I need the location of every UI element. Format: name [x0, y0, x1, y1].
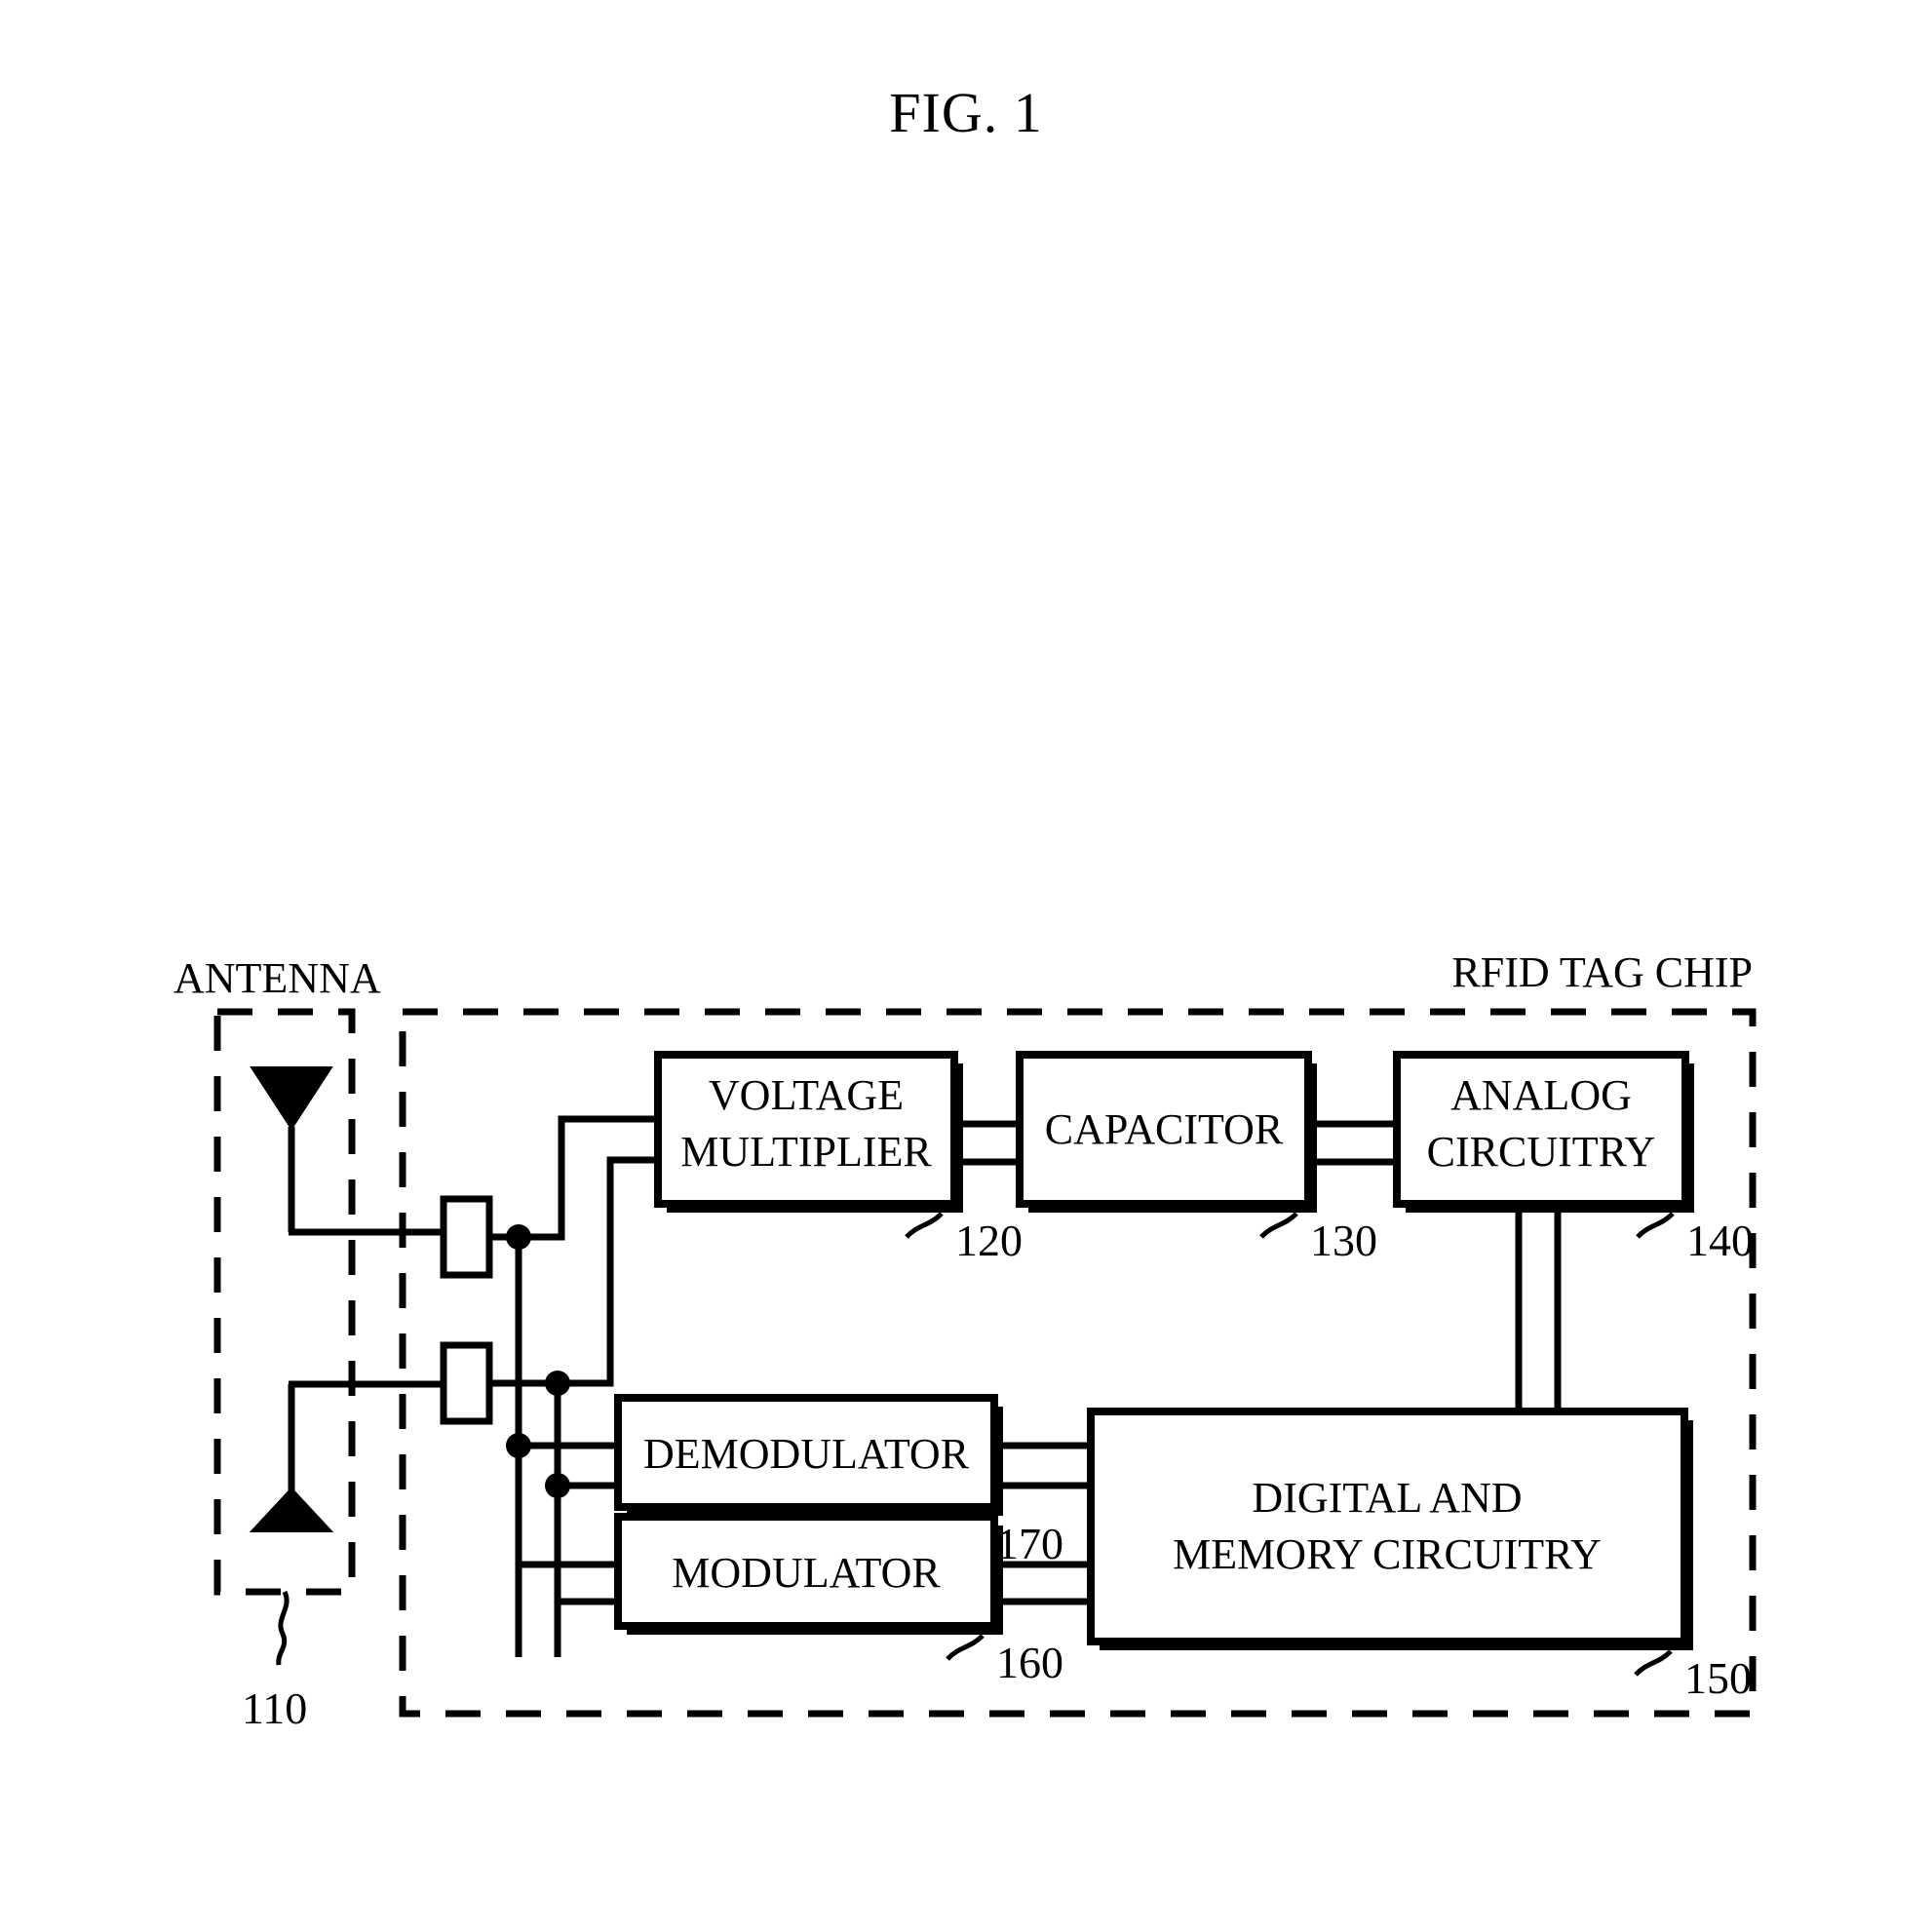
- wire-mod-input-1: [515, 1561, 618, 1657]
- demodulator-label: DEMODULATOR: [643, 1430, 970, 1478]
- bond-pad-icon-bottom: [440, 1341, 493, 1425]
- antenna-triangle-down-icon: [250, 1066, 333, 1131]
- analog-circuitry-ref-number: 140: [1686, 1216, 1754, 1265]
- junction-dot-b: [545, 1371, 570, 1396]
- wire-mod-input-2: [554, 1598, 618, 1657]
- rfid-tag-chip-label: RFID TAG CHIP: [1451, 948, 1753, 996]
- capacitor-label: CAPACITOR: [1045, 1105, 1284, 1153]
- analog-circuitry-ref-leader: [1636, 1212, 1675, 1239]
- digital-memory-circuitry-label-line2: MEMORY CIRCUITRY: [1173, 1530, 1602, 1578]
- junction-dot-a: [506, 1224, 531, 1250]
- modulator-label: MODULATOR: [672, 1549, 941, 1597]
- digital-memory-circuitry-box[interactable]: [1087, 1408, 1688, 1645]
- modulator-ref-leader: [946, 1634, 985, 1661]
- antenna-label: ANTENNA: [174, 954, 381, 1002]
- wire-vm-input-1: [519, 1115, 658, 1241]
- voltage-multiplier-ref-number: 120: [955, 1216, 1023, 1265]
- analog-circuitry-label-line2: CIRCUITRY: [1427, 1128, 1656, 1176]
- digital-memory-circuitry-ref-leader: [1634, 1649, 1673, 1677]
- digital-memory-circuitry-ref-number: 150: [1684, 1653, 1752, 1703]
- voltage-multiplier-label-line2: MULTIPLIER: [680, 1128, 932, 1176]
- analog-circuitry-label-line1: ANALOG: [1450, 1071, 1632, 1119]
- voltage-multiplier-ref-leader: [905, 1212, 944, 1239]
- rfid-block-diagram: 110 VOLTAGE MULTIPLIER 120 CAPACITOR 130…: [174, 948, 1757, 1733]
- capacitor-ref-leader: [1259, 1212, 1298, 1239]
- junction-dot-d: [545, 1473, 570, 1498]
- antenna-ref-number: 110: [242, 1683, 307, 1733]
- wire-vm-input-2: [558, 1156, 658, 1387]
- digital-memory-circuitry-label-line1: DIGITAL AND: [1252, 1474, 1522, 1522]
- demodulator-ref-number: 170: [996, 1519, 1063, 1568]
- antenna-ref-leader: [276, 1590, 290, 1666]
- voltage-multiplier-label-line1: VOLTAGE: [709, 1071, 904, 1119]
- junction-dot-c: [506, 1433, 531, 1458]
- modulator-ref-number: 160: [996, 1638, 1063, 1687]
- figure-root: FIG. 1 110 VOLTAGE MULTIPLIER 120 CAPACI…: [0, 0, 1932, 1932]
- bond-pad-icon-top: [440, 1195, 493, 1279]
- capacitor-ref-number: 130: [1310, 1216, 1377, 1265]
- antenna-triangle-up-icon: [249, 1487, 334, 1532]
